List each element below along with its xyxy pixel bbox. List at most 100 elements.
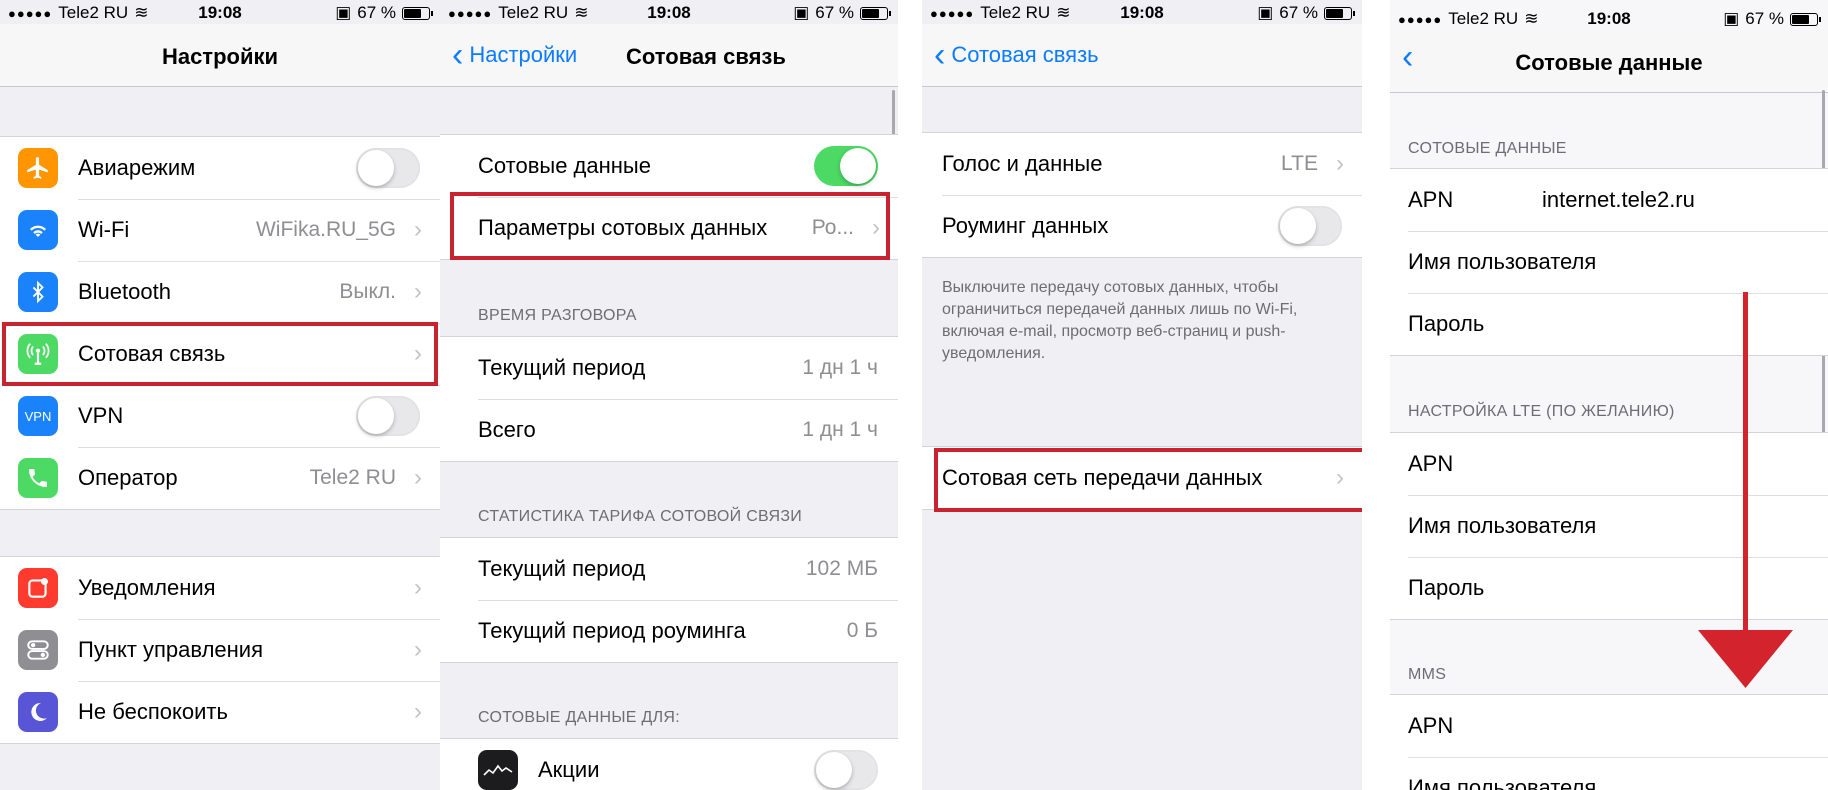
section-header-mms: MMS — [1408, 666, 1447, 683]
voice-data-row[interactable]: Голос и данные LTE › — [922, 133, 1362, 195]
section-header-lte: НАСТРОЙКА LTE (ПО ЖЕЛАНИЮ) — [1408, 403, 1675, 420]
cellular-data-fields: APN internet.tele2.ru Имя пользователя П… — [1390, 168, 1828, 356]
airplay-icon: ▣ — [793, 3, 810, 22]
username-field-row[interactable]: Имя пользователя — [1390, 231, 1828, 293]
chevron-right-icon: › — [414, 636, 422, 663]
airplay-icon: ▣ — [1723, 9, 1740, 28]
back-button[interactable]: ‹ Сотовая связь — [934, 36, 1099, 74]
mms-fields: APN Имя пользователя — [1390, 694, 1828, 790]
lte-apn-field-row[interactable]: APN — [1390, 433, 1828, 495]
cellular-options-screen: ●●●●● Tele2 RU ≋ 19:08 ▣ 67 % ‹ Сотовая связ… — [922, 0, 1362, 790]
cellular-screen: ●●●●● Tele2 RU ≋ 19:08 ▣ 67 % ‹ Настройки Со… — [440, 0, 898, 790]
status-bar: ●●●●● Tele2 RU ≋ 19:08 ▣ 67 % — [922, 0, 1362, 24]
nav-bar: ‹ Сотовые данные — [1390, 30, 1828, 93]
back-button[interactable]: ‹ Настройки — [452, 38, 577, 72]
roaming-footnote: Выключите передачу сотовых данных, чтобы… — [942, 279, 1298, 362]
row-label: Уведомления — [78, 575, 216, 600]
network-group: Сотовая сеть передачи данных › — [922, 446, 1362, 510]
cellular-data-network-row[interactable]: Сотовая сеть передачи данных › — [922, 447, 1362, 509]
call-time-total-row: Всего 1 дн 1 ч — [440, 399, 898, 461]
row-value: 1 дн 1 ч — [802, 356, 878, 379]
field-label: Пароль — [1408, 311, 1485, 336]
row-label: Оператор — [78, 465, 178, 490]
mms-username-field-row[interactable]: Имя пользователя — [1390, 757, 1828, 790]
settings-screen: ●●●●● Tele2 RU ≋ 19:08 ▣ 67 % Настройки Ави… — [0, 0, 440, 790]
mms-apn-field-row[interactable]: APN — [1390, 695, 1828, 757]
stocks-toggle[interactable] — [814, 750, 878, 790]
lte-fields: APN Имя пользователя Пароль — [1390, 432, 1828, 620]
row-label: VPN — [78, 403, 124, 428]
stats-current-row: Текущий период 102 МБ — [440, 538, 898, 600]
back-label: Сотовая связь — [951, 42, 1099, 67]
scroll-down-arrow-shaft — [1743, 292, 1748, 632]
page-title: Сотовые данные — [1515, 50, 1703, 75]
chevron-right-icon: › — [414, 464, 422, 491]
chevron-right-icon: › — [414, 216, 422, 243]
row-value: 102 МБ — [805, 557, 878, 580]
password-field-row[interactable]: Пароль — [1390, 293, 1828, 355]
cellular-antenna-icon — [18, 334, 58, 374]
section-header-data-for: СОТОВЫЕ ДАННЫЕ ДЛЯ: — [478, 709, 681, 726]
chevron-right-icon: › — [414, 340, 422, 367]
settings-group-system: Уведомления › Пункт управления › Не бесп… — [0, 556, 440, 744]
settings-row-vpn[interactable]: VPN VPN — [0, 385, 440, 447]
cellular-data-toggle[interactable] — [814, 146, 878, 186]
operator-value: Tele2 RU — [309, 466, 396, 489]
data-roaming-row[interactable]: Роуминг данных — [922, 195, 1362, 257]
field-label: Пароль — [1408, 575, 1485, 600]
row-label: Акции — [538, 757, 600, 782]
cellular-data-options-row[interactable]: Параметры сотовых данных Ро... › — [440, 197, 898, 259]
airplay-icon: ▣ — [335, 3, 352, 22]
row-label: Голос и данные — [942, 151, 1103, 176]
section-header-call-time: ВРЕМЯ РАЗГОВОРА — [478, 307, 637, 324]
airplane-toggle[interactable] — [356, 148, 420, 188]
settings-row-cellular[interactable]: Сотовая связь › — [0, 323, 440, 385]
settings-row-operator[interactable]: Оператор Tele2 RU › — [0, 447, 440, 509]
field-label: Имя пользователя — [1408, 513, 1597, 538]
settings-row-airplane[interactable]: Авиарежим — [0, 137, 440, 199]
cellular-data-row[interactable]: Сотовые данные — [440, 135, 898, 197]
row-label: Текущий период — [478, 556, 646, 581]
row-label: Не беспокоить — [78, 699, 228, 724]
nav-bar: Настройки — [0, 24, 440, 87]
settings-row-wifi[interactable]: Wi-Fi WiFika.RU_5G › — [0, 199, 440, 261]
battery-percent: 67 % — [1745, 9, 1784, 28]
battery-icon — [1790, 12, 1821, 26]
settings-row-bluetooth[interactable]: Bluetooth Выкл. › — [0, 261, 440, 323]
settings-row-control-center[interactable]: Пункт управления › — [0, 619, 440, 681]
field-label: APN — [1408, 451, 1454, 476]
row-label: Текущий период роуминга — [478, 618, 746, 643]
settings-group-connectivity: Авиарежим Wi-Fi WiFika.RU_5G › Bluetooth… — [0, 136, 440, 510]
row-label: Сотовая связь — [78, 341, 226, 366]
app-row-stocks[interactable]: Акции — [440, 739, 898, 790]
data-roaming-toggle[interactable] — [1278, 206, 1342, 246]
lte-username-field-row[interactable]: Имя пользователя — [1390, 495, 1828, 557]
apps-group: Акции — [440, 738, 898, 790]
apn-input[interactable]: internet.tele2.ru — [1542, 187, 1695, 213]
cellular-data-options-value: Ро... — [811, 216, 854, 239]
nav-bar: ‹ Сотовая связь — [922, 24, 1362, 87]
row-label: Всего — [478, 417, 536, 442]
airplane-icon — [18, 148, 58, 188]
section-header-cellular-data: СОТОВЫЕ ДАННЫЕ — [1408, 140, 1567, 157]
row-label: Пункт управления — [78, 637, 264, 662]
chevron-right-icon: › — [1336, 150, 1344, 177]
vpn-toggle[interactable] — [356, 396, 420, 436]
lte-password-field-row[interactable]: Пароль — [1390, 557, 1828, 619]
voice-data-group: Голос и данные LTE › Роуминг данных — [922, 132, 1362, 258]
battery-icon — [860, 6, 891, 20]
row-label: Сотовая сеть передачи данных — [942, 465, 1263, 490]
cellular-data-group: Сотовые данные Параметры сотовых данных … — [440, 134, 898, 260]
row-value: 1 дн 1 ч — [802, 418, 878, 441]
bluetooth-icon — [18, 272, 58, 312]
airplay-icon: ▣ — [1257, 3, 1274, 22]
stocks-icon — [478, 750, 518, 790]
section-header-stats: СТАТИСТИКА ТАРИФА СОТОВОЙ СВЯЗИ — [478, 508, 803, 525]
settings-row-do-not-disturb[interactable]: Не беспокоить › — [0, 681, 440, 743]
field-label: Имя пользователя — [1408, 249, 1597, 274]
status-bar: ●●●●● Tele2 RU ≋ 19:08 ▣ 67 % — [440, 0, 898, 24]
apn-field-row[interactable]: APN internet.tele2.ru — [1390, 169, 1828, 231]
field-label: APN — [1408, 713, 1454, 738]
chevron-left-icon: ‹ — [934, 36, 946, 74]
settings-row-notifications[interactable]: Уведомления › — [0, 557, 440, 619]
